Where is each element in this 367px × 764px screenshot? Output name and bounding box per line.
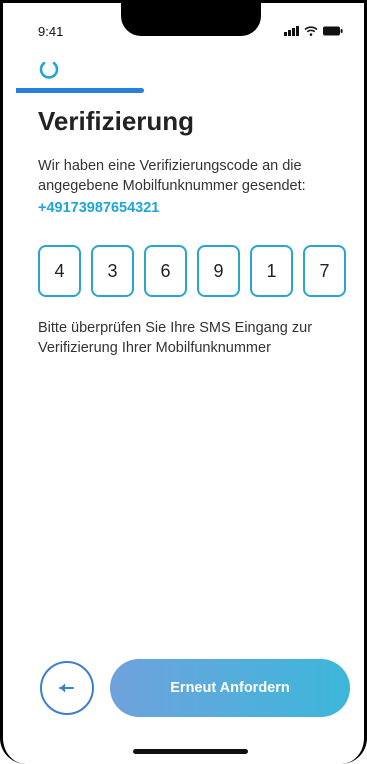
verification-code-input: 4 3 6 9 1 7 bbox=[38, 245, 346, 297]
code-digit-3[interactable]: 6 bbox=[144, 245, 187, 297]
home-indicator[interactable] bbox=[133, 749, 248, 754]
sms-note: Bitte überprüfen Sie Ihre SMS Eingang zu… bbox=[38, 320, 313, 356]
back-button[interactable] bbox=[40, 661, 94, 715]
status-bar: 9:41 bbox=[0, 0, 367, 52]
phone-number: +49173987654321 bbox=[38, 200, 160, 216]
verification-description: Wir haben eine Verifizierungscode an die… bbox=[38, 158, 306, 194]
code-digit-1[interactable]: 4 bbox=[38, 245, 81, 297]
arrow-left-icon bbox=[59, 683, 74, 693]
code-digit-6[interactable]: 7 bbox=[303, 245, 346, 297]
code-digit-5[interactable]: 1 bbox=[250, 245, 293, 297]
code-digit-4[interactable]: 9 bbox=[197, 245, 240, 297]
code-digit-2[interactable]: 3 bbox=[91, 245, 134, 297]
status-time: 9:41 bbox=[38, 24, 64, 39]
progress-bar bbox=[16, 88, 144, 93]
page-title: Verifizierung bbox=[38, 106, 195, 136]
status-icons bbox=[284, 26, 343, 36]
signal-icon bbox=[284, 26, 299, 36]
wifi-icon bbox=[304, 26, 318, 36]
resend-button[interactable]: Erneut Anfordern bbox=[110, 659, 350, 717]
battery-icon bbox=[323, 26, 343, 36]
power-ring-icon bbox=[39, 61, 59, 79]
